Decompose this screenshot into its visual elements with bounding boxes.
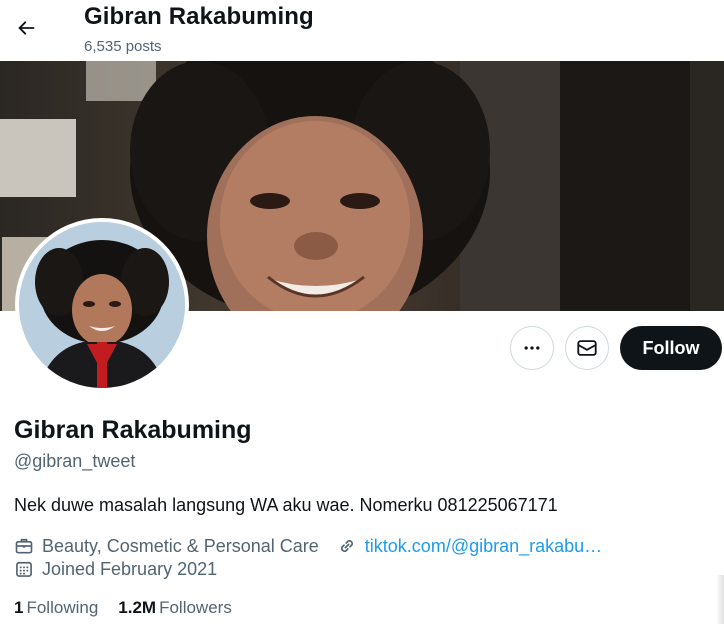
- profile-joined-row: Joined February 2021: [14, 558, 217, 580]
- arrow-left-icon: [18, 21, 35, 35]
- message-button[interactable]: [565, 326, 609, 370]
- calendar-icon: [14, 558, 38, 580]
- avatar-photo: [19, 222, 185, 388]
- profile-category: Beauty, Cosmetic & Personal Care: [42, 535, 319, 556]
- profile-header-bar: Gibran Rakabuming 6,535 posts: [0, 0, 724, 60]
- following-count: 1: [14, 598, 24, 617]
- profile-meta-row: Beauty, Cosmetic & Personal Care tiktok.…: [14, 535, 602, 557]
- profile-name: Gibran Rakabuming: [14, 416, 252, 444]
- profile-bio: Nek duwe masalah langsung WA aku wae. No…: [14, 495, 558, 515]
- follow-button[interactable]: Follow: [620, 326, 722, 370]
- profile-handle: @gibran_tweet: [14, 451, 136, 471]
- link-icon: [337, 535, 361, 557]
- profile-avatar[interactable]: [15, 218, 189, 392]
- scroll-edge-shadow: [716, 575, 724, 624]
- profile-stats: 1 Following 1.2M Followers: [14, 598, 232, 618]
- profile-website-link[interactable]: tiktok.com/@gibran_rakabu…: [365, 536, 602, 557]
- following-label: Following: [26, 598, 99, 617]
- profile-joined-date: Joined February 2021: [42, 558, 218, 579]
- followers-label: Followers: [159, 598, 232, 617]
- post-count: 6,535 posts: [84, 38, 162, 55]
- envelope-icon: [577, 340, 597, 356]
- followers-count: 1.2M: [118, 598, 157, 617]
- followers-link[interactable]: 1.2M Followers: [118, 598, 232, 618]
- more-options-button[interactable]: [510, 326, 554, 370]
- briefcase-icon: [14, 535, 38, 557]
- header-title: Gibran Rakabuming: [84, 3, 314, 30]
- following-link[interactable]: 1 Following: [14, 598, 98, 618]
- back-button[interactable]: [8, 10, 44, 46]
- more-icon: [524, 346, 540, 350]
